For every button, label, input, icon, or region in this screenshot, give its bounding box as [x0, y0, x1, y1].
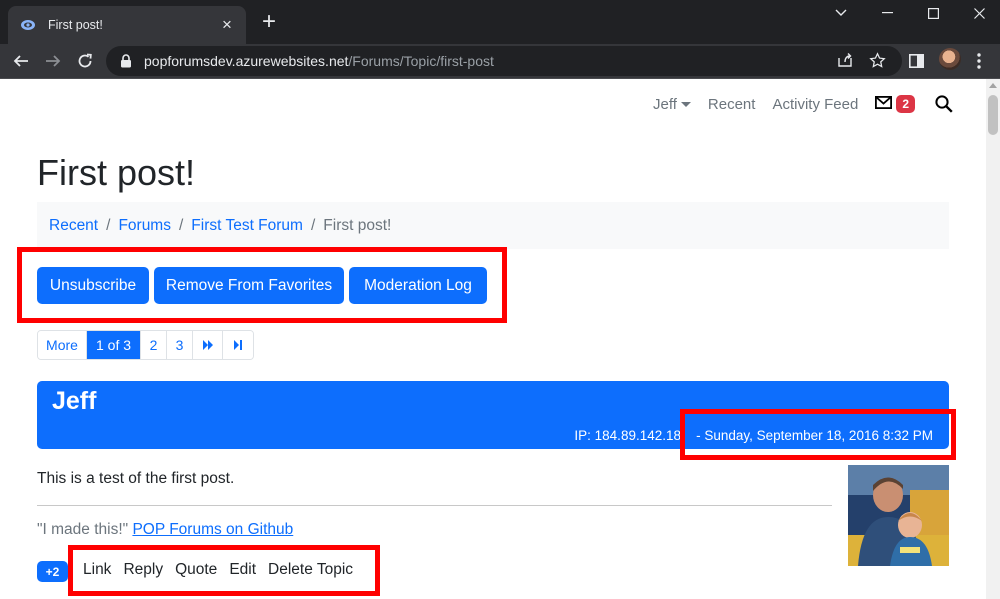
address-bar[interactable]: popforumsdev.azurewebsites.net/Forums/To… [106, 46, 902, 76]
browser-tab[interactable]: First post! × [8, 6, 246, 44]
post-body: This is a test of the first post. [37, 470, 235, 487]
scroll-up-arrow-icon[interactable] [989, 83, 997, 88]
unsubscribe-button[interactable]: Unsubscribe [37, 267, 149, 304]
post-delete-topic-action[interactable]: Delete Topic [268, 561, 353, 579]
author-avatar [848, 465, 949, 566]
vote-count-badge[interactable]: +2 [37, 561, 68, 582]
remove-favorites-button[interactable]: Remove From Favorites [154, 267, 344, 304]
post-header: Jeff IP: 184.89.142.18 - Sunday, Septemb… [37, 381, 949, 449]
caret-down-icon [680, 101, 691, 107]
browser-tab-bar: First post! × + [0, 0, 1000, 44]
share-icon[interactable] [835, 50, 855, 70]
post-link-action[interactable]: Link [83, 561, 111, 579]
post-reply-action[interactable]: Reply [123, 561, 163, 579]
breadcrumb-current: First post! [323, 216, 392, 234]
url-host: popforumsdev.azurewebsites.net [144, 53, 349, 69]
forward-arrow-icon[interactable] [40, 48, 66, 74]
breadcrumb-forum[interactable]: First Test Forum [191, 217, 303, 235]
profile-avatar[interactable] [939, 48, 961, 70]
new-tab-button[interactable]: + [258, 10, 280, 34]
post-author[interactable]: Jeff [52, 387, 96, 416]
page-scrollbar[interactable] [986, 79, 1000, 599]
post-actions: Link Reply Quote Edit Delete Topic [83, 561, 365, 579]
breadcrumb: Recent / Forums / First Test Forum / Fir… [37, 202, 949, 249]
tab-title: First post! [48, 18, 103, 32]
post-ip: IP: 184.89.142.18 [574, 428, 681, 443]
post-divider [37, 505, 832, 506]
tab-close-icon[interactable]: × [218, 16, 236, 34]
signature-github-link[interactable]: POP Forums on Github [132, 521, 293, 538]
reload-icon[interactable] [72, 48, 98, 74]
close-window-icon[interactable] [956, 0, 1000, 26]
signature-quote: "I made this!" [37, 521, 129, 538]
minimize-icon[interactable] [864, 0, 910, 26]
pager-page-3[interactable]: 3 [167, 331, 193, 359]
browser-menu-icon[interactable] [968, 50, 990, 72]
tab-search-chevron-icon[interactable] [818, 0, 864, 26]
page-title: First post! [37, 152, 196, 193]
nav-recent-link[interactable]: Recent [708, 96, 756, 113]
pager-last-icon[interactable] [223, 331, 253, 359]
user-menu-label: Jeff [653, 95, 677, 113]
unread-count-badge: 2 [896, 95, 915, 113]
post-edit-action[interactable]: Edit [229, 561, 256, 579]
search-icon[interactable] [935, 95, 953, 113]
top-navigation: Jeff Recent Activity Feed 2 [636, 95, 953, 113]
pager-next-icon[interactable] [193, 331, 223, 359]
breadcrumb-separator: / [106, 216, 111, 234]
post-signature: "I made this!" POP Forums on Github [37, 521, 293, 539]
breadcrumb-separator: / [178, 216, 184, 234]
breadcrumb-forums[interactable]: Forums [118, 217, 171, 235]
pagination: More 1 of 3 2 3 [37, 330, 254, 360]
page-viewport: Jeff Recent Activity Feed 2 First post! … [0, 79, 986, 599]
side-panel-icon[interactable] [905, 50, 927, 72]
lock-icon[interactable] [120, 53, 134, 69]
forum-favicon-icon [20, 17, 36, 33]
browser-toolbar: popforumsdev.azurewebsites.net/Forums/To… [0, 44, 1000, 79]
bookmark-star-icon[interactable] [867, 50, 887, 70]
nav-activity-feed-link[interactable]: Activity Feed [772, 96, 858, 113]
pager-current: 1 of 3 [87, 331, 141, 359]
envelope-icon [875, 95, 893, 113]
back-arrow-icon[interactable] [8, 48, 34, 74]
scrollbar-thumb[interactable] [988, 95, 998, 135]
post-quote-action[interactable]: Quote [175, 561, 217, 579]
breadcrumb-recent[interactable]: Recent [49, 217, 98, 235]
breadcrumb-separator: / [310, 216, 316, 234]
user-menu[interactable]: Jeff [653, 96, 691, 113]
url-path: /Forums/Topic/first-post [348, 53, 494, 69]
post-date: - Sunday, September 18, 2016 8:32 PM [696, 428, 933, 443]
maximize-icon[interactable] [910, 0, 956, 26]
pager-page-2[interactable]: 2 [141, 331, 167, 359]
url-text: popforumsdev.azurewebsites.net/Forums/To… [144, 53, 494, 69]
inbox-link[interactable]: 2 [875, 95, 915, 113]
moderation-log-button[interactable]: Moderation Log [349, 267, 487, 304]
pager-more[interactable]: More [38, 331, 87, 359]
